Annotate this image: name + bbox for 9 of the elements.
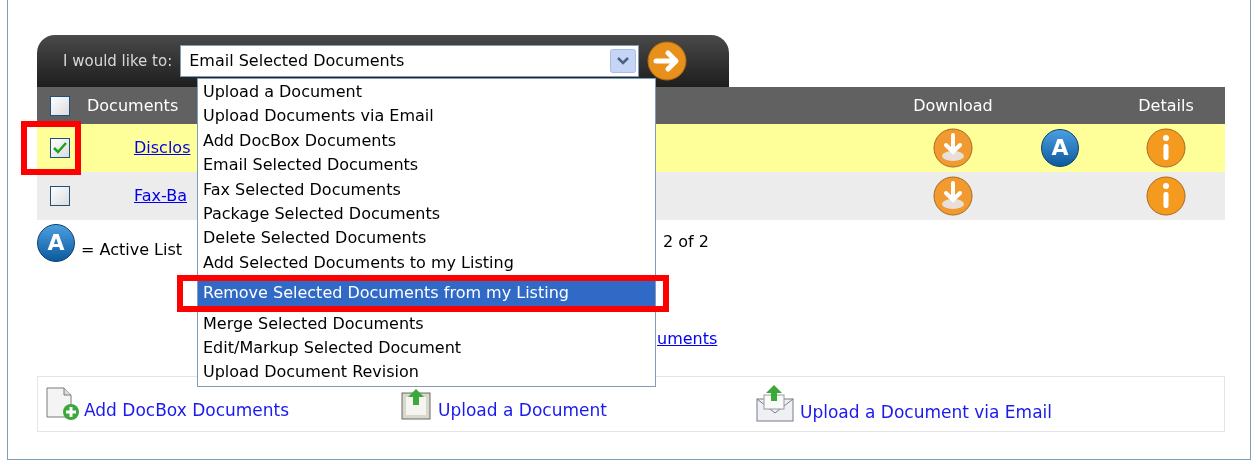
page-count: 2 of 2	[663, 231, 709, 253]
active-listing-badge: A	[1041, 129, 1079, 167]
column-header: Download	[913, 94, 993, 117]
select-value: Email Selected Documents	[189, 50, 405, 72]
column-header: Documents	[87, 94, 179, 117]
active-listing-badge: A	[37, 224, 75, 262]
column-header: Details	[1138, 94, 1194, 117]
toolbar-label: I would like to:	[63, 50, 173, 72]
legend-text: = Active List	[81, 239, 183, 261]
